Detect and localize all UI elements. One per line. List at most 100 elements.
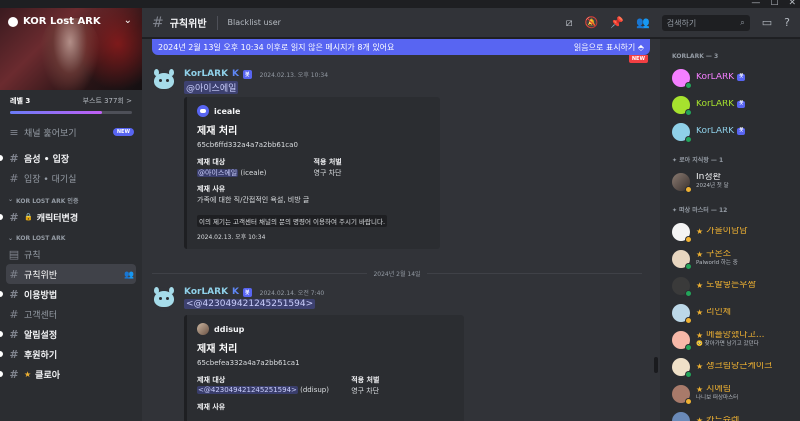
minimize-icon[interactable]: —	[751, 0, 760, 8]
new-badge: NEW	[112, 128, 134, 136]
avatar-face	[154, 73, 174, 89]
member-name: In청환	[696, 173, 721, 183]
mark-as-read-button[interactable]: 읽음으로 표시하기 ⬘	[574, 42, 644, 53]
channel-waiting-room[interactable]: # 입장 • 대기실	[0, 168, 142, 188]
channel-voice-entry[interactable]: # 음성 • 입장	[0, 148, 142, 168]
field-label: 제재 대상	[197, 376, 226, 384]
browse-channels[interactable]: ≡ 채널 훑어보기 NEW	[0, 122, 142, 142]
channel-rule-violation[interactable]: # 규칙위반 👥	[6, 264, 136, 284]
avatar	[672, 357, 692, 378]
boost-progress[interactable]: 레벨 3 부스트 377회 >	[0, 90, 142, 108]
close-icon[interactable]: ✕	[788, 0, 796, 8]
channel-notification-settings[interactable]: # 알림설정	[0, 324, 142, 344]
category-verification[interactable]: ⌄ KOR LOST ARK 인증	[0, 188, 142, 207]
member-item[interactable]: ★ 가을이남남	[660, 218, 800, 245]
avatar	[672, 122, 692, 143]
member-name: 도발넣는우짬	[706, 281, 756, 290]
pin-icon[interactable]: 📌	[610, 16, 624, 29]
star-icon: ★	[696, 331, 704, 340]
hash-icon: #	[9, 171, 19, 185]
inbox-icon[interactable]: ▭	[762, 16, 772, 29]
user-mention[interactable]: <@423049421245251594>	[197, 386, 298, 394]
server-banner[interactable]: KOR Lost ARK ⌄	[0, 8, 142, 90]
channel-character-change[interactable]: # 🔒 캐릭터변경	[0, 207, 142, 227]
user-avatar	[197, 323, 209, 335]
channel-topic[interactable]: Blacklist user	[228, 18, 281, 27]
channel-rules[interactable]: ▤ 규칙	[0, 244, 142, 264]
member-item[interactable]: ★ 생크림당근케이크	[660, 353, 800, 380]
field-value: (ddisup)	[297, 386, 329, 394]
status-indicator	[685, 370, 692, 378]
user-mention[interactable]: @아이스에일	[184, 81, 239, 94]
member-item[interactable]: KorLARK 봇	[660, 118, 800, 145]
bot-tag: 봇	[737, 128, 746, 135]
discord-logo-icon	[197, 105, 209, 117]
category-label: KOR LOST ARK	[16, 235, 66, 242]
server-name[interactable]: KOR Lost ARK	[8, 16, 101, 27]
member-name-row: ★ 가을이남남	[696, 227, 748, 236]
new-messages-tag: NEW	[628, 55, 648, 63]
field-label: 적용 처벌	[313, 158, 342, 166]
member-item[interactable]: ★ 리인체	[660, 299, 800, 326]
member-name: KorLARK	[696, 73, 735, 82]
user-mention[interactable]: @아이스에일	[197, 169, 239, 177]
help-icon[interactable]: ?	[784, 16, 790, 29]
channel-support[interactable]: # 고객센터	[0, 304, 142, 324]
member-item[interactable]: ★ 지에림 나니보 떠상마스터	[660, 380, 800, 407]
maximize-icon[interactable]: ☐	[770, 0, 778, 8]
member-name-row: ★ 도발넣는우짬	[696, 281, 756, 290]
channel-donate[interactable]: # 후원하기	[0, 344, 142, 364]
status-indicator	[685, 316, 692, 324]
add-member-icon[interactable]: 👥	[124, 270, 134, 279]
unread-banner[interactable]: 2024년 2월 13일 오후 10:34 이후로 읽지 않은 메시지가 8개 …	[152, 39, 650, 55]
member-category: KORLARK — 3	[672, 53, 719, 60]
avatar[interactable]	[152, 287, 176, 311]
status-indicator	[685, 135, 692, 143]
embed-footer: 2024.02.13. 오후 10:34	[197, 234, 266, 241]
notification-mute-icon[interactable]: 🔕	[585, 16, 599, 29]
message-author[interactable]: KorLARK	[184, 69, 228, 79]
server-name-label: KOR Lost ARK	[23, 16, 101, 27]
star-icon: ★	[696, 385, 704, 394]
category-main[interactable]: ⌄ KOR LOST ARK	[0, 227, 142, 244]
member-item[interactable]: ★ 카드슈레	[660, 407, 800, 421]
star-icon: ★	[696, 250, 704, 259]
member-name-row: ★ 리인체	[696, 308, 731, 317]
member-status-text: 나니보 떠상마스터	[696, 395, 739, 402]
channel-kloa[interactable]: # ★ 클로아	[0, 364, 142, 384]
hash-icon: #	[9, 347, 19, 361]
member-item[interactable]: ★ 도발넣는우짬	[660, 272, 800, 299]
avatar	[672, 249, 692, 270]
unread-indicator	[0, 371, 3, 377]
star-icon: ★	[696, 362, 704, 371]
member-list-icon[interactable]: 👥	[636, 16, 650, 29]
member-item[interactable]: ★ 메플망했다고... 🥺 찾아가면 남기고 갔던다	[660, 326, 800, 353]
message-author[interactable]: KorLARK	[184, 287, 228, 297]
search-input[interactable]: 검색하기 ⌕	[661, 14, 750, 31]
embed-title: 제재 처리	[197, 126, 238, 137]
scrollbar[interactable]	[654, 357, 658, 373]
bot-tag: 봇	[243, 287, 252, 297]
avatar	[672, 222, 692, 243]
channel-label: 클로아	[35, 370, 61, 381]
hash-icon: #	[9, 287, 19, 301]
chevron-down-icon[interactable]: ⌄	[124, 15, 132, 26]
star-icon: ★	[696, 308, 704, 317]
user-mention[interactable]: <@423049421245251594>	[184, 299, 316, 309]
message-area[interactable]: 2024년 2월 13일 오후 10:34 이후로 읽지 않은 메시지가 8개 …	[142, 39, 660, 421]
divider	[426, 273, 643, 274]
member-name: 카드슈레	[706, 416, 740, 421]
channel-label: 규칙	[24, 250, 41, 261]
member-item[interactable]: ★ 구온소 Palworld 하는 중	[660, 245, 800, 272]
channel-title: 규칙위반	[169, 19, 207, 30]
threads-icon[interactable]: ⧄	[566, 16, 573, 30]
field-value: (iceale)	[238, 169, 267, 177]
boost-bar-fill	[10, 111, 102, 114]
avatar[interactable]	[152, 69, 176, 93]
member-item[interactable]: KorLARK 봇	[660, 64, 800, 91]
field-value: 영구 차단	[313, 169, 342, 177]
server-tag-icon: K	[232, 69, 240, 79]
channel-how-to-use[interactable]: # 이용방법	[0, 284, 142, 304]
member-item[interactable]: In청환 2024년 첫 달	[660, 168, 800, 195]
member-item[interactable]: KorLARK 봇	[660, 91, 800, 118]
